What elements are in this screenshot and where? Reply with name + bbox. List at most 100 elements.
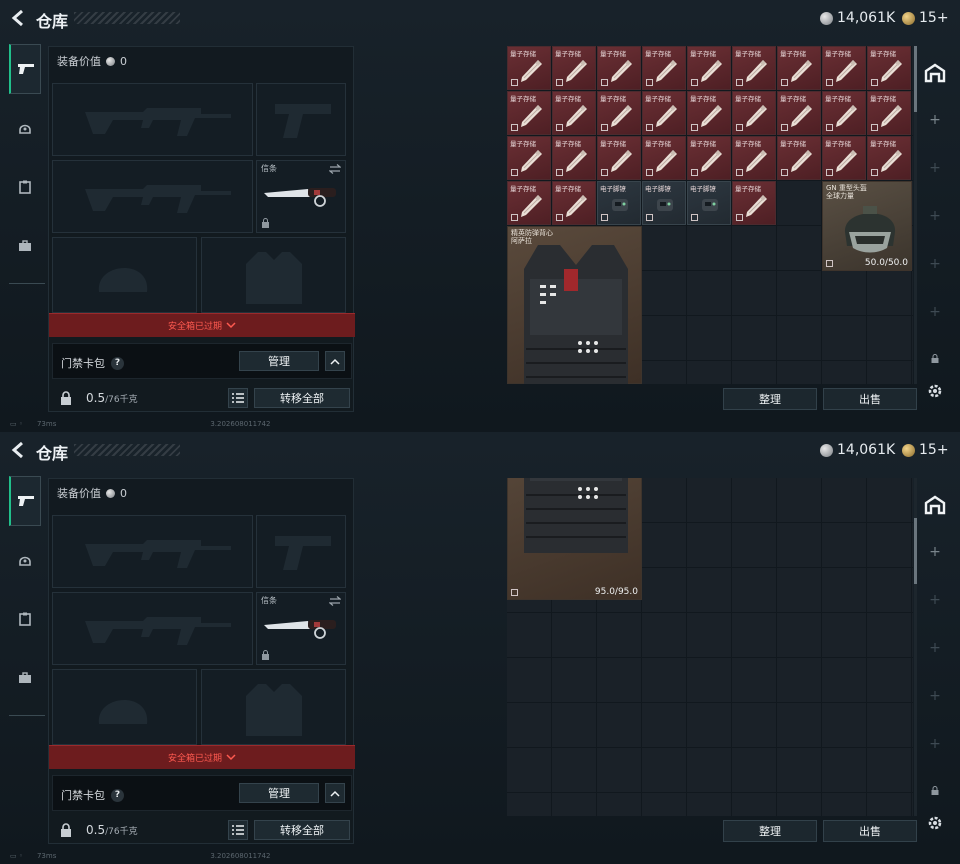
add-tab-icon[interactable]: + [929,161,941,175]
item-quantum-storage[interactable]: 量子存储 [597,46,641,90]
help-icon[interactable]: ? [111,356,124,370]
warehouse-tab-main[interactable] [920,488,950,522]
add-tab-icon[interactable]: + [929,209,941,223]
item-quantum-storage[interactable]: 量子存储 [732,46,776,90]
item-quantum-storage[interactable]: 量子存储 [732,91,776,135]
item-quantum-storage[interactable]: 量子存储 [822,46,866,90]
warehouse-grid[interactable]: 量子存储 量子存储 量子存储 量子存储 量子存储 量子存储 量子存储 量子存储 量子存储 量子存储… [507,46,913,384]
category-consumables[interactable] [9,162,41,212]
swap-icon[interactable] [329,164,341,174]
warehouse-grid[interactable]: 95.0/95.0 [507,478,913,816]
secondary-weapon-slot[interactable] [52,592,253,665]
item-quantum-storage[interactable]: 量子存储 [552,136,596,180]
item-quantum-storage[interactable]: 量子存储 [867,46,911,90]
category-weapons[interactable] [9,476,41,526]
item-quantum-storage[interactable]: 量子存储 [507,136,551,180]
add-tab-icon[interactable]: + [929,593,941,607]
item-quantum-storage[interactable]: 量子存储 [732,181,776,225]
sell-button[interactable]: 出售 [823,820,917,842]
item-quantum-storage[interactable]: 量子存储 [642,46,686,90]
add-tab-icon[interactable]: + [929,641,941,655]
warehouse-tab-main[interactable] [920,56,950,90]
access-card-pack: 门禁卡包 ? 管理 [52,343,352,379]
add-tab-icon[interactable]: + [929,305,941,319]
item-elite-vest[interactable]: 精英防弹背心 阿萨拉 [507,226,642,384]
list-view-button[interactable] [228,388,248,408]
item-quantum-storage[interactable]: 量子存储 [822,91,866,135]
item-quantum-storage[interactable]: 量子存储 [507,46,551,90]
item-quantum-storage[interactable]: 量子存储 [507,91,551,135]
sell-button[interactable]: 出售 [823,388,917,410]
melee-slot[interactable]: 信条 [256,160,346,233]
add-tab-icon[interactable]: + [929,545,941,559]
item-quantum-storage[interactable]: 量子存储 [777,46,821,90]
primary-weapon-slot[interactable] [52,83,253,156]
settings-gear-icon[interactable] [926,814,944,832]
item-electronic-anklet[interactable]: 电子脚镣 [687,181,731,225]
help-icon[interactable]: ? [111,788,124,802]
primary-weapon-slot[interactable] [52,515,253,588]
armor-slot[interactable] [201,669,346,745]
safebox-expired-bar[interactable]: 安全箱已过期 [49,313,355,337]
item-quantum-storage[interactable]: 量子存储 [642,136,686,180]
item-quantum-storage[interactable]: 量子存储 [552,181,596,225]
item-label: 量子存储 [825,50,851,58]
item-quantum-storage[interactable]: 量子存储 [732,136,776,180]
category-misc[interactable] [9,221,41,271]
item-quantum-storage[interactable]: 量子存储 [687,91,731,135]
melee-slot[interactable]: 信条 [256,592,346,665]
item-heavy-helmet[interactable]: GN 重型头盔 全球力量 50.0/50.0 [822,181,912,271]
warehouse-scrollbar[interactable] [914,478,917,816]
item-quantum-storage[interactable]: 量子存储 [777,91,821,135]
item-quantum-storage[interactable]: 量子存储 [552,46,596,90]
item-quantum-storage[interactable]: 量子存储 [642,91,686,135]
add-tab-icon[interactable]: + [929,257,941,271]
category-consumables[interactable] [9,594,41,644]
safebox-expired-bar[interactable]: 安全箱已过期 [49,745,355,769]
manage-button[interactable]: 管理 [239,351,319,371]
sort-button[interactable]: 整理 [723,820,817,842]
pistol-slot[interactable] [256,83,346,156]
helmet-slot[interactable] [52,237,197,313]
back-arrow-icon[interactable] [10,9,26,27]
warehouse-scrollbar[interactable] [914,46,917,384]
item-elite-vest[interactable]: 95.0/95.0 [507,478,642,600]
collapse-button[interactable] [325,351,345,371]
item-quantum-storage[interactable]: 量子存储 [867,91,911,135]
swap-icon[interactable] [329,596,341,606]
item-quantum-storage[interactable]: 量子存储 [687,136,731,180]
armor-slot[interactable] [201,237,346,313]
add-tab-icon[interactable]: + [929,737,941,751]
item-quantum-storage[interactable]: 量子存储 [687,46,731,90]
item-quantum-storage[interactable]: 量子存储 [867,136,911,180]
manage-button[interactable]: 管理 [239,783,319,803]
item-quantum-storage[interactable]: 量子存储 [597,91,641,135]
settings-gear-icon[interactable] [926,382,944,400]
category-armor[interactable] [9,103,41,153]
item-quantum-storage[interactable]: 量子存储 [777,136,821,180]
helmet-slot[interactable] [52,669,197,745]
category-armor[interactable] [9,535,41,585]
scrollbar-thumb[interactable] [914,46,917,112]
item-quantum-storage[interactable]: 量子存储 [822,136,866,180]
item-electronic-anklet[interactable]: 电子脚镣 [642,181,686,225]
lock-icon [931,354,939,363]
back-arrow-icon[interactable] [10,441,26,459]
item-quantum-storage[interactable]: 量子存储 [552,91,596,135]
add-tab-icon[interactable]: + [929,113,941,127]
sort-button[interactable]: 整理 [723,388,817,410]
item-quantum-storage[interactable]: 量子存储 [507,181,551,225]
secondary-weapon-slot[interactable] [52,160,253,233]
category-weapons[interactable] [9,44,41,94]
scrollbar-thumb[interactable] [914,518,917,584]
list-view-button[interactable] [228,820,248,840]
transfer-all-button[interactable]: 转移全部 [254,388,350,408]
item-electronic-anklet[interactable]: 电子脚镣 [597,181,641,225]
collapse-button[interactable] [325,783,345,803]
pistol-slot[interactable] [256,515,346,588]
transfer-all-button[interactable]: 转移全部 [254,820,350,840]
item-quantum-storage[interactable]: 量子存储 [597,136,641,180]
add-tab-icon[interactable]: + [929,689,941,703]
category-misc[interactable] [9,653,41,703]
item-label: 量子存储 [735,50,761,58]
